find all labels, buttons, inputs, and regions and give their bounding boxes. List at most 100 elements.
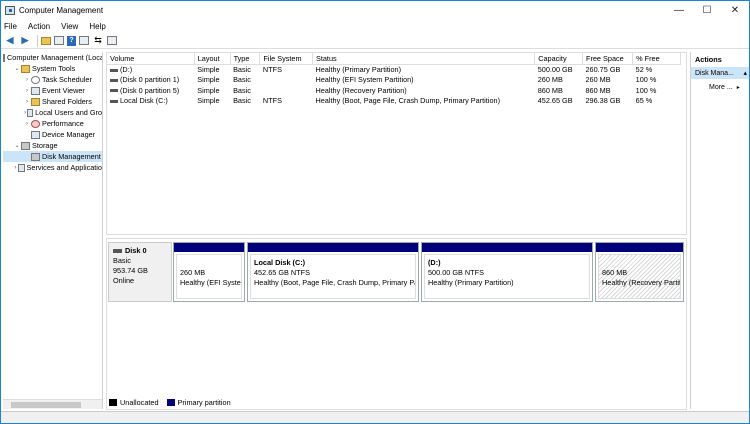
partition-size: 500.00 GB NTFS — [428, 268, 484, 277]
cell-text: Basic — [233, 85, 251, 95]
cell-text: Simple — [197, 96, 220, 106]
column-header[interactable]: Capacity — [534, 53, 583, 65]
column-header[interactable]: Status — [312, 53, 536, 65]
table-cell: 500.00 GB — [535, 64, 583, 75]
up-folder-icon[interactable] — [41, 36, 51, 45]
help-icon[interactable]: ? — [67, 35, 76, 46]
tree-item[interactable]: › Event Viewer — [3, 85, 102, 96]
column-header[interactable]: Layout — [194, 53, 231, 65]
table-row[interactable]: (Disk 0 partition 5) Simple Basic Healthy (… — [107, 85, 681, 96]
device-manager-icon — [31, 130, 40, 139]
connect-icon[interactable]: ⇆ — [92, 35, 104, 47]
tree-horizontal-scrollbar[interactable] — [3, 399, 102, 409]
partition-title — [602, 258, 677, 268]
partition-block[interactable]: 260 MB Healthy (EFI System — [173, 242, 245, 302]
back-arrow-icon[interactable]: ◀ — [4, 35, 16, 47]
tree-item[interactable]: Computer Management (Local — [3, 52, 102, 63]
column-header[interactable]: % Free — [632, 53, 681, 65]
menu-action[interactable]: Action — [28, 22, 50, 31]
table-row[interactable]: (D:) Simple Basic NTFS Healthy (Primary Part… — [107, 64, 681, 75]
menu-view[interactable]: View — [61, 22, 78, 31]
actions-section-label: Disk Mana... — [695, 69, 734, 77]
collapse-up-icon[interactable]: ▴ — [743, 69, 747, 77]
cell-text: 260 MB — [537, 75, 563, 85]
table-cell: (Disk 0 partition 1) — [107, 75, 194, 86]
table-cell: Basic — [230, 64, 260, 75]
table-cell: NTFS — [260, 96, 313, 107]
toolbar-separator — [37, 34, 38, 47]
window-title: Computer Management — [19, 5, 104, 15]
column-header[interactable]: File System — [259, 53, 313, 65]
disk-0-label[interactable]: Disk 0 Basic 953.74 GB Online — [108, 242, 172, 302]
partition-block[interactable]: 860 MB Healthy (Recovery Partiti — [595, 242, 684, 302]
expanded-chevron-icon[interactable]: ⌄ — [13, 142, 21, 149]
collapsed-chevron-icon[interactable]: › — [23, 99, 31, 105]
tree-item[interactable]: › Performance — [3, 118, 102, 129]
tree-item-label: Storage — [32, 141, 58, 150]
console-tree-icon[interactable] — [54, 36, 64, 45]
table-cell: Basic — [230, 75, 260, 86]
table-cell: 260 MB — [582, 75, 632, 86]
cell-text: Healthy (Recovery Partition) — [315, 85, 407, 95]
toolbar: ◀ ▶ ? ⇆ — [1, 33, 749, 49]
tree-item[interactable]: ⌄ System Tools — [3, 63, 102, 74]
disk-size: 953.74 GB — [113, 266, 148, 275]
cell-text: 452.65 GB — [537, 96, 573, 106]
cell-text: Basic — [233, 75, 251, 85]
table-row[interactable]: Local Disk (C:) Simple Basic NTFS Healthy (B… — [107, 96, 681, 107]
column-header[interactable]: Free Space — [582, 53, 634, 65]
partition-details: Local Disk (C:) 452.65 GB NTFS Healthy (Bo… — [250, 254, 416, 299]
collapsed-chevron-icon[interactable]: › — [23, 121, 31, 127]
table-cell: (Disk 0 partition 5) — [107, 85, 194, 96]
table-cell: 296.38 GB — [582, 96, 632, 107]
tree-item-label: Event Viewer — [42, 86, 85, 95]
tree-item[interactable]: › Services and Applicatio — [3, 162, 102, 173]
menu-help[interactable]: Help — [89, 22, 105, 31]
tree-item[interactable]: Device Manager — [3, 129, 102, 140]
expanded-chevron-icon[interactable]: ⌄ — [13, 65, 21, 72]
cell-text: NTFS — [262, 96, 282, 106]
table-row[interactable]: (Disk 0 partition 1) Simple Basic Healthy (… — [107, 75, 681, 86]
cell-text: 65 % — [635, 96, 653, 106]
volume-icon — [110, 78, 118, 82]
scrollbar-thumb[interactable] — [11, 402, 81, 408]
disk-icon — [113, 249, 122, 254]
table-cell: Healthy (Boot, Page File, Crash Dump, Pr… — [312, 96, 534, 107]
tree-item[interactable]: › Local Users and Gro — [3, 107, 102, 118]
legend-item: Primary partition — [166, 398, 231, 407]
view-icon[interactable] — [107, 36, 117, 45]
cell-text: 500.00 GB — [537, 65, 573, 74]
status-bar — [1, 411, 749, 423]
performance-icon — [31, 119, 40, 128]
minimize-button[interactable]: — — [665, 1, 693, 19]
menu-file[interactable]: File — [4, 22, 17, 31]
table-cell — [260, 75, 313, 86]
cell-text: 296.38 GB — [585, 96, 621, 106]
collapsed-chevron-icon[interactable]: › — [23, 77, 31, 83]
tree-item-label: Computer Management (Local — [7, 53, 103, 62]
close-button[interactable]: ✕ — [721, 1, 749, 19]
tree-item[interactable]: › Shared Folders — [3, 96, 102, 107]
forward-arrow-icon[interactable]: ▶ — [19, 35, 31, 47]
tree-item-label: Disk Management — [42, 152, 101, 161]
tree-item[interactable]: Disk Management — [3, 151, 102, 162]
column-header[interactable]: Type — [230, 53, 261, 65]
disk-management-icon — [31, 152, 40, 161]
collapsed-chevron-icon[interactable]: › — [23, 88, 31, 94]
computer-management-icon — [5, 5, 15, 15]
partition-block[interactable]: (D:) 500.00 GB NTFS Healthy (Primary Parti… — [421, 242, 593, 302]
partition-title — [180, 258, 238, 268]
properties-icon[interactable] — [79, 36, 89, 45]
cell-text: Healthy (EFI System Partition) — [315, 75, 414, 85]
clock-icon — [31, 75, 40, 84]
legend-swatch — [166, 399, 175, 406]
more-actions-link[interactable]: More ... ▸ — [691, 81, 749, 93]
table-cell: 100 % — [633, 85, 681, 96]
actions-section-disk-management[interactable]: Disk Mana... ▴ — [691, 67, 749, 79]
tree-item[interactable]: › Task Scheduler — [3, 74, 102, 85]
partition-block[interactable]: Local Disk (C:) 452.65 GB NTFS Healthy (Bo… — [247, 242, 419, 302]
maximize-button[interactable]: ☐ — [693, 1, 721, 19]
console-tree: Computer Management (Local ⌄ System Tools ›… — [3, 52, 103, 409]
tree-item[interactable]: ⌄ Storage — [3, 140, 102, 151]
column-header[interactable]: Volume — [107, 53, 195, 65]
